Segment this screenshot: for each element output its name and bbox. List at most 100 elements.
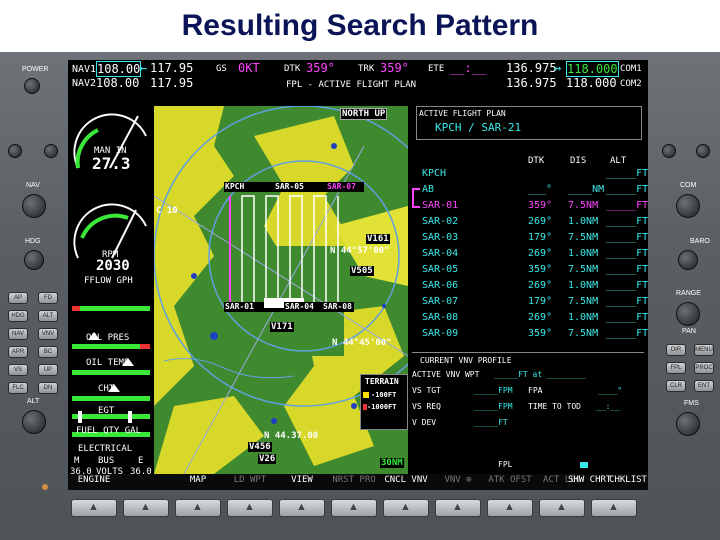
fpl-dtk: 359°: [528, 264, 553, 275]
fpl-wpt: SAR-06: [422, 280, 459, 291]
ent-button[interactable]: ENT: [694, 380, 714, 392]
fms-knob[interactable]: [676, 412, 700, 436]
fpl-row[interactable]: SAR-07 179° 7.5NM _____FT: [422, 296, 648, 312]
softkey-button-11[interactable]: [591, 499, 637, 517]
fpl-header-title: ACTIVE FLIGHT PLAN: [419, 109, 506, 118]
softkey-chklist[interactable]: CHKLIST: [608, 475, 648, 489]
bc-button[interactable]: BC: [38, 346, 58, 358]
vnv-divider: [412, 352, 644, 353]
cht-label: CHT: [98, 384, 115, 394]
nav1-swap-icon: ←: [140, 61, 148, 75]
dn-button[interactable]: DN: [38, 382, 58, 394]
softkey-button-2[interactable]: [123, 499, 169, 517]
softkey-button-1[interactable]: [71, 499, 117, 517]
map-label-c10: C 10: [156, 206, 178, 216]
hdg-button[interactable]: HDG: [8, 310, 28, 322]
trk-label: TRK: [358, 64, 375, 74]
softkey-view[interactable]: VIEW: [276, 475, 328, 489]
range-knob[interactable]: [676, 302, 700, 326]
terrain-legend: TERRAIN -100FT -1000FT: [360, 374, 408, 430]
moving-map[interactable]: KPCH SAR-05 SAR-07 SAR-01 SAR-04 SAR-08 …: [154, 106, 408, 474]
com2-active-freq[interactable]: 118.000: [566, 76, 617, 90]
fpl-row[interactable]: SAR-06 269° 1.0NM _____FT: [422, 280, 648, 296]
fpl-row[interactable]: SAR-03 179° 7.5NM _____FT: [422, 232, 648, 248]
fpl-row[interactable]: SAR-04 269° 1.0NM _____FT: [422, 248, 648, 264]
clr-button[interactable]: CLR: [666, 380, 686, 392]
fpl-row[interactable]: SAR-05 359° 7.5NM _____FT: [422, 264, 648, 280]
com2-label: COM2: [620, 79, 642, 89]
nav-status-bar: NAV1 108.00 ← 117.95 NAV2 108.00 117.95 …: [68, 60, 648, 106]
up-button[interactable]: UP: [38, 364, 58, 376]
nav1-active-freq[interactable]: 108.00: [96, 61, 142, 77]
com1-active-freq[interactable]: 118.000: [566, 61, 619, 77]
fpl-row[interactable]: AB ___° ____NM _____FT: [422, 184, 648, 200]
nav2-standby-freq[interactable]: 117.95: [150, 76, 193, 90]
flc-button[interactable]: FLC: [8, 382, 28, 394]
softkey-engine[interactable]: ENGINE: [68, 475, 120, 489]
vnv-button[interactable]: VNV: [38, 328, 58, 340]
fpl-row[interactable]: SAR-08 269° 1.0NM _____FT: [422, 312, 648, 328]
bus-e-label: E: [138, 456, 144, 466]
softkey-cncl-vnv[interactable]: CNCL VNV: [380, 475, 432, 489]
dir-button[interactable]: DIR: [666, 344, 686, 356]
nav-knob[interactable]: [22, 194, 46, 218]
alt-label: ALT: [27, 398, 40, 405]
map-range-label: 30NM: [380, 458, 404, 468]
fuel-qty-label: FUEL QTY GAL: [76, 426, 142, 436]
vs-req-label: VS REQ: [412, 402, 441, 411]
softkey-map[interactable]: MAP: [172, 475, 224, 489]
menu-button[interactable]: MENU: [694, 344, 714, 356]
softkey-shw-chrt[interactable]: SHW CHRT: [568, 475, 611, 489]
map-label-lat1: N 44°57'00": [330, 246, 390, 256]
fd-button[interactable]: FD: [38, 292, 58, 304]
softkey-atk-ofst[interactable]: ATK OFST: [484, 475, 536, 489]
terrain-title: TERRAIN: [365, 377, 399, 386]
fpl-header-box: ACTIVE FLIGHT PLAN KPCH / SAR-21: [416, 106, 642, 140]
map-label-v26: V26: [258, 454, 277, 464]
rpm-value: 2030: [96, 258, 130, 274]
softkey-button-3[interactable]: [175, 499, 221, 517]
softkey-bar: ENGINE MAP LD WPT VIEW NRST PRO CNCL VNV…: [68, 474, 648, 490]
nav-vol-knob[interactable]: [8, 144, 22, 158]
softkey-button-5[interactable]: [279, 499, 325, 517]
softkey-button-7[interactable]: [383, 499, 429, 517]
photocell-dot: [42, 484, 48, 490]
nav2-active-freq[interactable]: 108.00: [96, 76, 139, 90]
softkey-vnv[interactable]: VNV ⊕: [432, 475, 484, 489]
dtk-value: 359°: [306, 61, 335, 75]
fpl-wpt: SAR-09: [422, 328, 459, 339]
power-label: POWER: [22, 66, 49, 73]
fpl-row[interactable]: SAR-09 359° 7.5NM _____FT: [422, 328, 648, 344]
fpl-button[interactable]: FPL: [666, 362, 686, 374]
ap-button[interactable]: AP: [8, 292, 28, 304]
com-vol-knob[interactable]: [662, 144, 676, 158]
com1-standby-freq[interactable]: 136.975: [506, 61, 557, 75]
hdg-knob[interactable]: [24, 250, 44, 270]
softkey-button-9[interactable]: [487, 499, 533, 517]
com-knob[interactable]: [676, 194, 700, 218]
fpl-row[interactable]: KPCH _____FT: [422, 168, 648, 184]
map-label-v161: V161: [366, 234, 390, 244]
softkey-button-6[interactable]: [331, 499, 377, 517]
id-knob[interactable]: [44, 144, 58, 158]
nav1-standby-freq[interactable]: 117.95: [150, 61, 193, 75]
softkey-ld-wpt[interactable]: LD WPT: [224, 475, 276, 489]
proc-button[interactable]: PROC: [694, 362, 714, 374]
fpl-row[interactable]: SAR-02 269° 1.0NM _____FT: [422, 216, 648, 232]
alt-button[interactable]: ALT: [38, 310, 58, 322]
baro-knob[interactable]: [678, 250, 698, 270]
nav-button[interactable]: NAV: [8, 328, 28, 340]
fpl-wpt: SAR-08: [422, 312, 459, 323]
apr-button[interactable]: APR: [8, 346, 28, 358]
fpl-row-active[interactable]: SAR-01 359° 7.5NM _____FT: [422, 200, 648, 216]
vs-button[interactable]: VS: [8, 364, 28, 376]
power-knob[interactable]: [24, 78, 40, 94]
softkey-nrst-pro[interactable]: NRST PRO: [328, 475, 380, 489]
softkey-button-10[interactable]: [539, 499, 585, 517]
softkey-button-8[interactable]: [435, 499, 481, 517]
com-sq-knob[interactable]: [696, 144, 710, 158]
alt-knob[interactable]: [22, 410, 46, 434]
softkey-button-4[interactable]: [227, 499, 273, 517]
com2-standby-freq[interactable]: 136.975: [506, 76, 557, 90]
fpl-alt: _____FT: [606, 312, 648, 323]
